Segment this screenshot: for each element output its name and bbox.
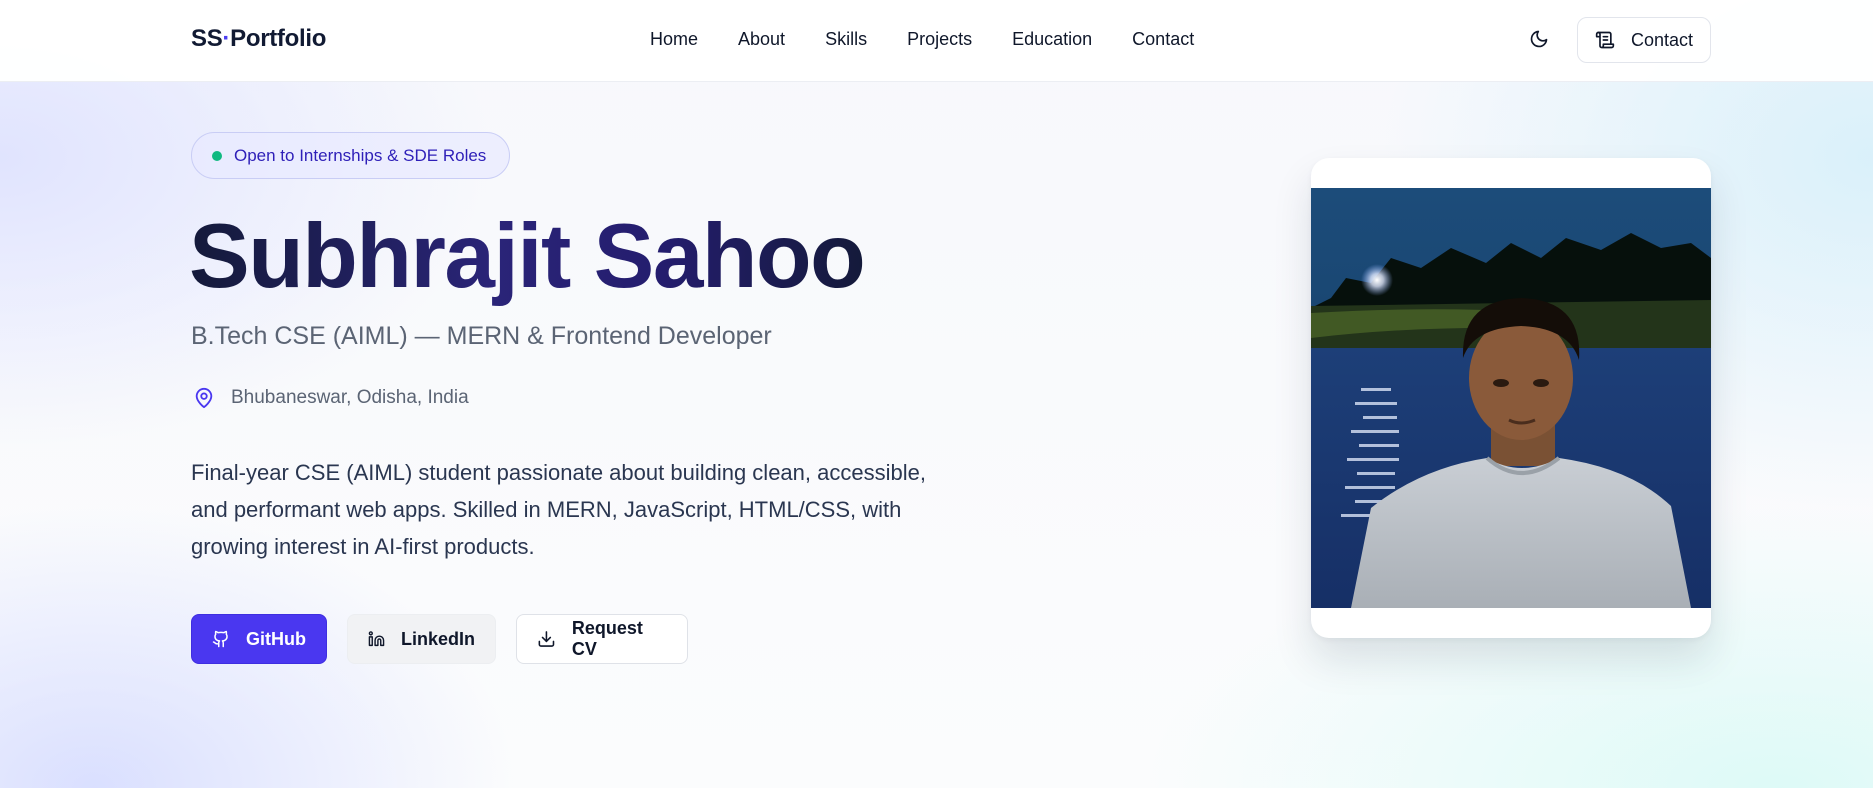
- nav-home[interactable]: Home: [650, 29, 698, 50]
- github-icon: [212, 630, 228, 648]
- moon-icon: [1530, 30, 1548, 48]
- nav-education[interactable]: Education: [1012, 29, 1092, 50]
- profile-photo: [1311, 188, 1711, 608]
- main-nav: Home About Skills Projects Education Con…: [650, 29, 1194, 50]
- profile-photo-card: [1311, 158, 1711, 638]
- map-pin-icon: [195, 387, 213, 409]
- availability-badge-label: Open to Internships & SDE Roles: [234, 145, 487, 165]
- request-cv-button-label: Request CV: [571, 618, 643, 659]
- hero-name: Subhrajit Sahoo: [189, 206, 866, 307]
- github-button[interactable]: GitHub: [191, 614, 327, 664]
- status-dot: [212, 150, 222, 161]
- location: Bhubaneswar, Odisha, India: [193, 386, 469, 410]
- nav-skills[interactable]: Skills: [825, 29, 867, 50]
- nav-about[interactable]: About: [738, 29, 785, 50]
- availability-badge: Open to Internships & SDE Roles: [191, 132, 510, 179]
- hero-bio: Final-year CSE (AIML) student passionate…: [191, 460, 926, 559]
- linkedin-icon: [368, 631, 385, 647]
- site-logo[interactable]: SS·Portfolio: [191, 25, 326, 53]
- top-navbar: SS·Portfolio Home About Skills Projects …: [0, 0, 1873, 82]
- nav-contact[interactable]: Contact: [1132, 29, 1194, 50]
- theme-toggle-button[interactable]: [1526, 26, 1552, 52]
- scroll-icon: [1595, 31, 1615, 49]
- hero-subtitle: B.Tech CSE (AIML) — MERN & Frontend Deve…: [191, 322, 772, 350]
- hero-actions: GitHub LinkedIn Request CV: [191, 614, 688, 664]
- header-contact-button[interactable]: Contact: [1577, 17, 1711, 63]
- header-contact-label: Contact: [1631, 29, 1694, 50]
- linkedin-button[interactable]: LinkedIn: [347, 614, 496, 664]
- download-icon: [538, 631, 555, 647]
- request-cv-button[interactable]: Request CV: [516, 614, 688, 664]
- github-button-label: GitHub: [246, 628, 306, 649]
- location-text: Bhubaneswar, Odisha, India: [231, 387, 469, 408]
- linkedin-button-label: LinkedIn: [400, 628, 475, 649]
- nav-projects[interactable]: Projects: [907, 29, 972, 50]
